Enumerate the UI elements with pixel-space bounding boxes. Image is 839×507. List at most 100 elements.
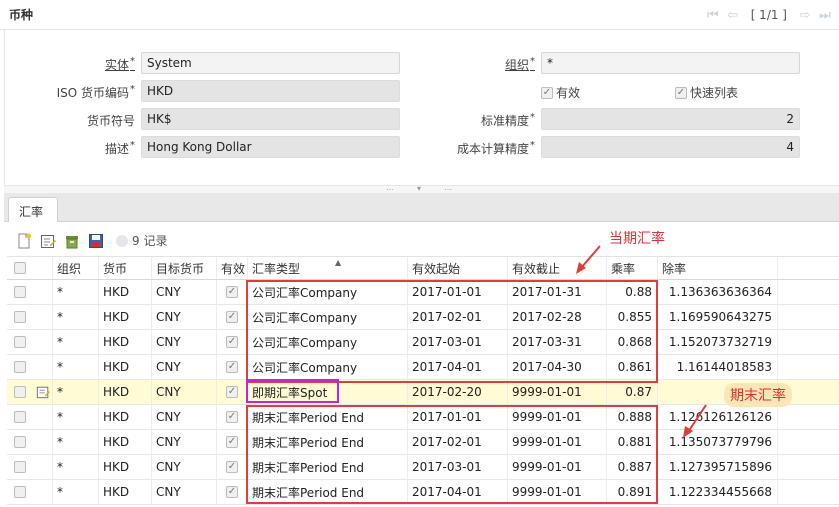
edit-row-icon[interactable] bbox=[36, 385, 50, 399]
cell-target-currency[interactable]: CNY bbox=[152, 330, 217, 354]
cell-currency[interactable]: HKD bbox=[99, 455, 152, 479]
table-row[interactable]: * HKD CNY 期末汇率Period End 2017-04-01 9999-01-0… bbox=[7, 480, 839, 505]
row-select-checkbox[interactable] bbox=[7, 280, 53, 304]
cell-target-currency[interactable]: CNY bbox=[152, 480, 217, 504]
cell-valid-from[interactable]: 2017-04-01 bbox=[408, 355, 508, 379]
edit-record-icon[interactable] bbox=[40, 233, 56, 249]
cell-multiply-rate[interactable]: 0.87 bbox=[607, 380, 658, 404]
entity-label[interactable]: 实体* bbox=[75, 56, 135, 73]
row-select-checkbox[interactable] bbox=[7, 380, 53, 404]
cell-valid-to[interactable]: 9999-01-01 bbox=[508, 380, 607, 404]
cell-org[interactable]: * bbox=[53, 380, 99, 404]
cell-currency[interactable]: HKD bbox=[99, 280, 152, 304]
cell-active-checkbox[interactable]: ✓ bbox=[217, 330, 248, 354]
cell-divide-rate[interactable]: 1.152073732719 bbox=[658, 330, 778, 354]
cell-multiply-rate[interactable]: 0.88 bbox=[607, 280, 658, 304]
row-select-checkbox[interactable] bbox=[7, 405, 53, 429]
panel-splitter[interactable]: ⋯ ▾ ⋯ bbox=[4, 184, 839, 194]
cell-rate-type[interactable]: 即期汇率Spot bbox=[248, 380, 408, 404]
cell-valid-to[interactable]: 9999-01-01 bbox=[508, 405, 607, 429]
cell-org[interactable]: * bbox=[53, 330, 99, 354]
cell-valid-to[interactable]: 2017-03-31 bbox=[508, 330, 607, 354]
cell-valid-from[interactable]: 2017-03-01 bbox=[408, 455, 508, 479]
previous-record-icon[interactable]: ⇦ bbox=[725, 7, 741, 23]
cell-active-checkbox[interactable]: ✓ bbox=[217, 280, 248, 304]
row-select-checkbox[interactable] bbox=[7, 305, 53, 329]
next-record-icon[interactable]: ⇨ bbox=[797, 7, 813, 23]
cell-valid-to[interactable]: 9999-01-01 bbox=[508, 430, 607, 454]
cell-currency[interactable]: HKD bbox=[99, 480, 152, 504]
org-label[interactable]: 组织* bbox=[475, 56, 535, 73]
std-precision-field[interactable]: 2 bbox=[541, 108, 800, 130]
entity-field[interactable]: System bbox=[141, 52, 400, 74]
header-currency[interactable]: 货币 bbox=[99, 257, 152, 279]
row-select-checkbox[interactable] bbox=[7, 330, 53, 354]
cell-multiply-rate[interactable]: 0.887 bbox=[607, 455, 658, 479]
cell-active-checkbox[interactable]: ✓ bbox=[217, 305, 248, 329]
cell-active-checkbox[interactable]: ✓ bbox=[217, 380, 248, 404]
cell-valid-from[interactable]: 2017-04-01 bbox=[408, 480, 508, 504]
row-select-checkbox[interactable] bbox=[7, 430, 53, 454]
cell-active-checkbox[interactable]: ✓ bbox=[217, 405, 248, 429]
cell-currency[interactable]: HKD bbox=[99, 380, 152, 404]
row-select-checkbox[interactable] bbox=[7, 480, 53, 504]
cell-multiply-rate[interactable]: 0.888 bbox=[607, 405, 658, 429]
cell-valid-to[interactable]: 2017-04-30 bbox=[508, 355, 607, 379]
select-all-checkbox[interactable] bbox=[7, 257, 53, 279]
cell-org[interactable]: * bbox=[53, 280, 99, 304]
cell-target-currency[interactable]: CNY bbox=[152, 305, 217, 329]
cell-target-currency[interactable]: CNY bbox=[152, 455, 217, 479]
cell-active-checkbox[interactable]: ✓ bbox=[217, 355, 248, 379]
cell-divide-rate[interactable]: 1.127395715896 bbox=[658, 455, 778, 479]
cell-org[interactable]: * bbox=[53, 480, 99, 504]
cell-rate-type[interactable]: 公司汇率Company bbox=[248, 280, 408, 304]
description-field[interactable]: Hong Kong Dollar bbox=[141, 136, 400, 158]
cell-multiply-rate[interactable]: 0.881 bbox=[607, 430, 658, 454]
cell-target-currency[interactable]: CNY bbox=[152, 280, 217, 304]
table-row[interactable]: * HKD CNY 公司汇率Company 2017-03-01 2017-03-31 0.… bbox=[7, 330, 839, 355]
collapse-arrow-icon[interactable]: ▾ bbox=[417, 184, 421, 193]
cell-rate-type[interactable]: 公司汇率Company bbox=[248, 305, 408, 329]
active-checkbox[interactable]: ✓ 有效 bbox=[541, 84, 580, 101]
cell-valid-from[interactable]: 2017-03-01 bbox=[408, 330, 508, 354]
header-valid-from[interactable]: 有效起始 bbox=[408, 257, 508, 279]
tab-exchange-rate[interactable]: 汇率 bbox=[8, 197, 58, 223]
header-org[interactable]: 组织 bbox=[53, 257, 99, 279]
cell-rate-type[interactable]: 期末汇率Period End bbox=[248, 455, 408, 479]
cell-currency[interactable]: HKD bbox=[99, 355, 152, 379]
cell-active-checkbox[interactable]: ✓ bbox=[217, 480, 248, 504]
header-rate-type[interactable]: 汇率类型 bbox=[248, 257, 408, 279]
cell-rate-type[interactable]: 期末汇率Period End bbox=[248, 405, 408, 429]
quicklist-checkbox[interactable]: ✓ 快速列表 bbox=[675, 84, 738, 101]
cell-org[interactable]: * bbox=[53, 455, 99, 479]
cell-valid-to[interactable]: 2017-02-28 bbox=[508, 305, 607, 329]
cell-valid-to[interactable]: 9999-01-01 bbox=[508, 455, 607, 479]
cell-org[interactable]: * bbox=[53, 430, 99, 454]
row-select-checkbox[interactable] bbox=[7, 455, 53, 479]
row-select-checkbox[interactable] bbox=[7, 355, 53, 379]
cell-valid-from[interactable]: 2017-02-01 bbox=[408, 305, 508, 329]
cell-valid-to[interactable]: 9999-01-01 bbox=[508, 480, 607, 504]
cell-divide-rate[interactable]: 1.16144018583 bbox=[658, 355, 778, 379]
cell-active-checkbox[interactable]: ✓ bbox=[217, 455, 248, 479]
cell-target-currency[interactable]: CNY bbox=[152, 355, 217, 379]
new-record-icon[interactable] bbox=[16, 233, 32, 249]
cell-valid-from[interactable]: 2017-02-20 bbox=[408, 380, 508, 404]
cell-org[interactable]: * bbox=[53, 355, 99, 379]
header-target-currency[interactable]: 目标货币 bbox=[152, 257, 217, 279]
table-row[interactable]: * HKD CNY 公司汇率Company 2017-02-01 2017-02-28 0.… bbox=[7, 305, 839, 330]
cell-currency[interactable]: HKD bbox=[99, 430, 152, 454]
cell-org[interactable]: * bbox=[53, 405, 99, 429]
cell-rate-type[interactable]: 期末汇率Period End bbox=[248, 430, 408, 454]
cell-target-currency[interactable]: CNY bbox=[152, 430, 217, 454]
cell-target-currency[interactable]: CNY bbox=[152, 405, 217, 429]
header-divide-rate[interactable]: 除率 bbox=[658, 257, 778, 279]
iso-code-field[interactable]: HKD bbox=[141, 80, 400, 102]
last-record-icon[interactable]: ⏭ bbox=[817, 7, 833, 23]
org-field[interactable]: * bbox=[541, 52, 800, 74]
cell-divide-rate[interactable]: 1.122334455668 bbox=[658, 480, 778, 504]
cell-valid-from[interactable]: 2017-02-01 bbox=[408, 430, 508, 454]
cell-valid-to[interactable]: 2017-01-31 bbox=[508, 280, 607, 304]
save-record-icon[interactable] bbox=[88, 233, 104, 249]
header-active[interactable]: 有效 bbox=[217, 257, 248, 279]
